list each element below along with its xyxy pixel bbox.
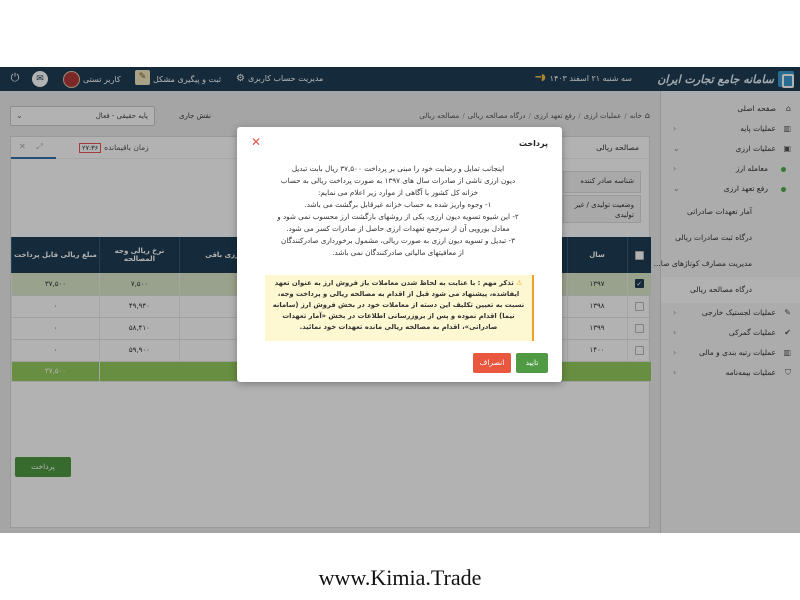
modal-line: ۱- وجوه واریز شده به حساب خزانه غیرقابل … bbox=[304, 200, 492, 209]
app-window: سامانه جامع تجارت ایران سه شنبه ۲۱ اسفند… bbox=[0, 67, 800, 533]
warning-text: تذکر مهم : با عنایت به لحاظ شدن معاملات … bbox=[272, 279, 525, 331]
watermark-url: www.Kimia.Trade bbox=[318, 565, 482, 590]
warning-box: ⚠ تذکر مهم : با عنایت به لحاظ شدن معاملا… bbox=[265, 275, 534, 341]
modal-line: دیون ارزی ناشی از صادرات سال های ۱۳۹۷ به… bbox=[280, 176, 516, 185]
modal-line: از معافیتهای مالیاتی صادرکنندگان نمی باش… bbox=[332, 248, 464, 257]
modal-line: اینجانب تمایل و رضایت خود را مبنی بر پرد… bbox=[291, 164, 505, 173]
modal-line: معادل یورویی آن از سرجمع تعهدات ارزی حاص… bbox=[286, 224, 510, 233]
modal-body: اینجانب تمایل و رضایت خود را مبنی بر پرد… bbox=[258, 163, 538, 259]
modal-buttons: تایید انصراف bbox=[473, 353, 548, 373]
warning-icon: ⚠ bbox=[516, 279, 523, 287]
cancel-button[interactable]: انصراف bbox=[473, 353, 511, 373]
modal-line: خزانه کل کشور با آگاهی از موارد زیر اعلا… bbox=[317, 188, 479, 197]
modal-line: ۳- تبدیل و تسویه دیون ارزی به صورت ریالی… bbox=[281, 236, 515, 245]
modal-title: پرداخت bbox=[518, 139, 548, 148]
confirm-button[interactable]: تایید bbox=[516, 353, 548, 373]
modal-line: ۲- این شیوه تسویه دیون ارزی، یکی از روشه… bbox=[277, 212, 519, 221]
close-icon[interactable]: ✕ bbox=[251, 135, 261, 149]
payment-modal: پرداخت ✕ اینجانب تمایل و رضایت خود را مب… bbox=[237, 127, 562, 382]
